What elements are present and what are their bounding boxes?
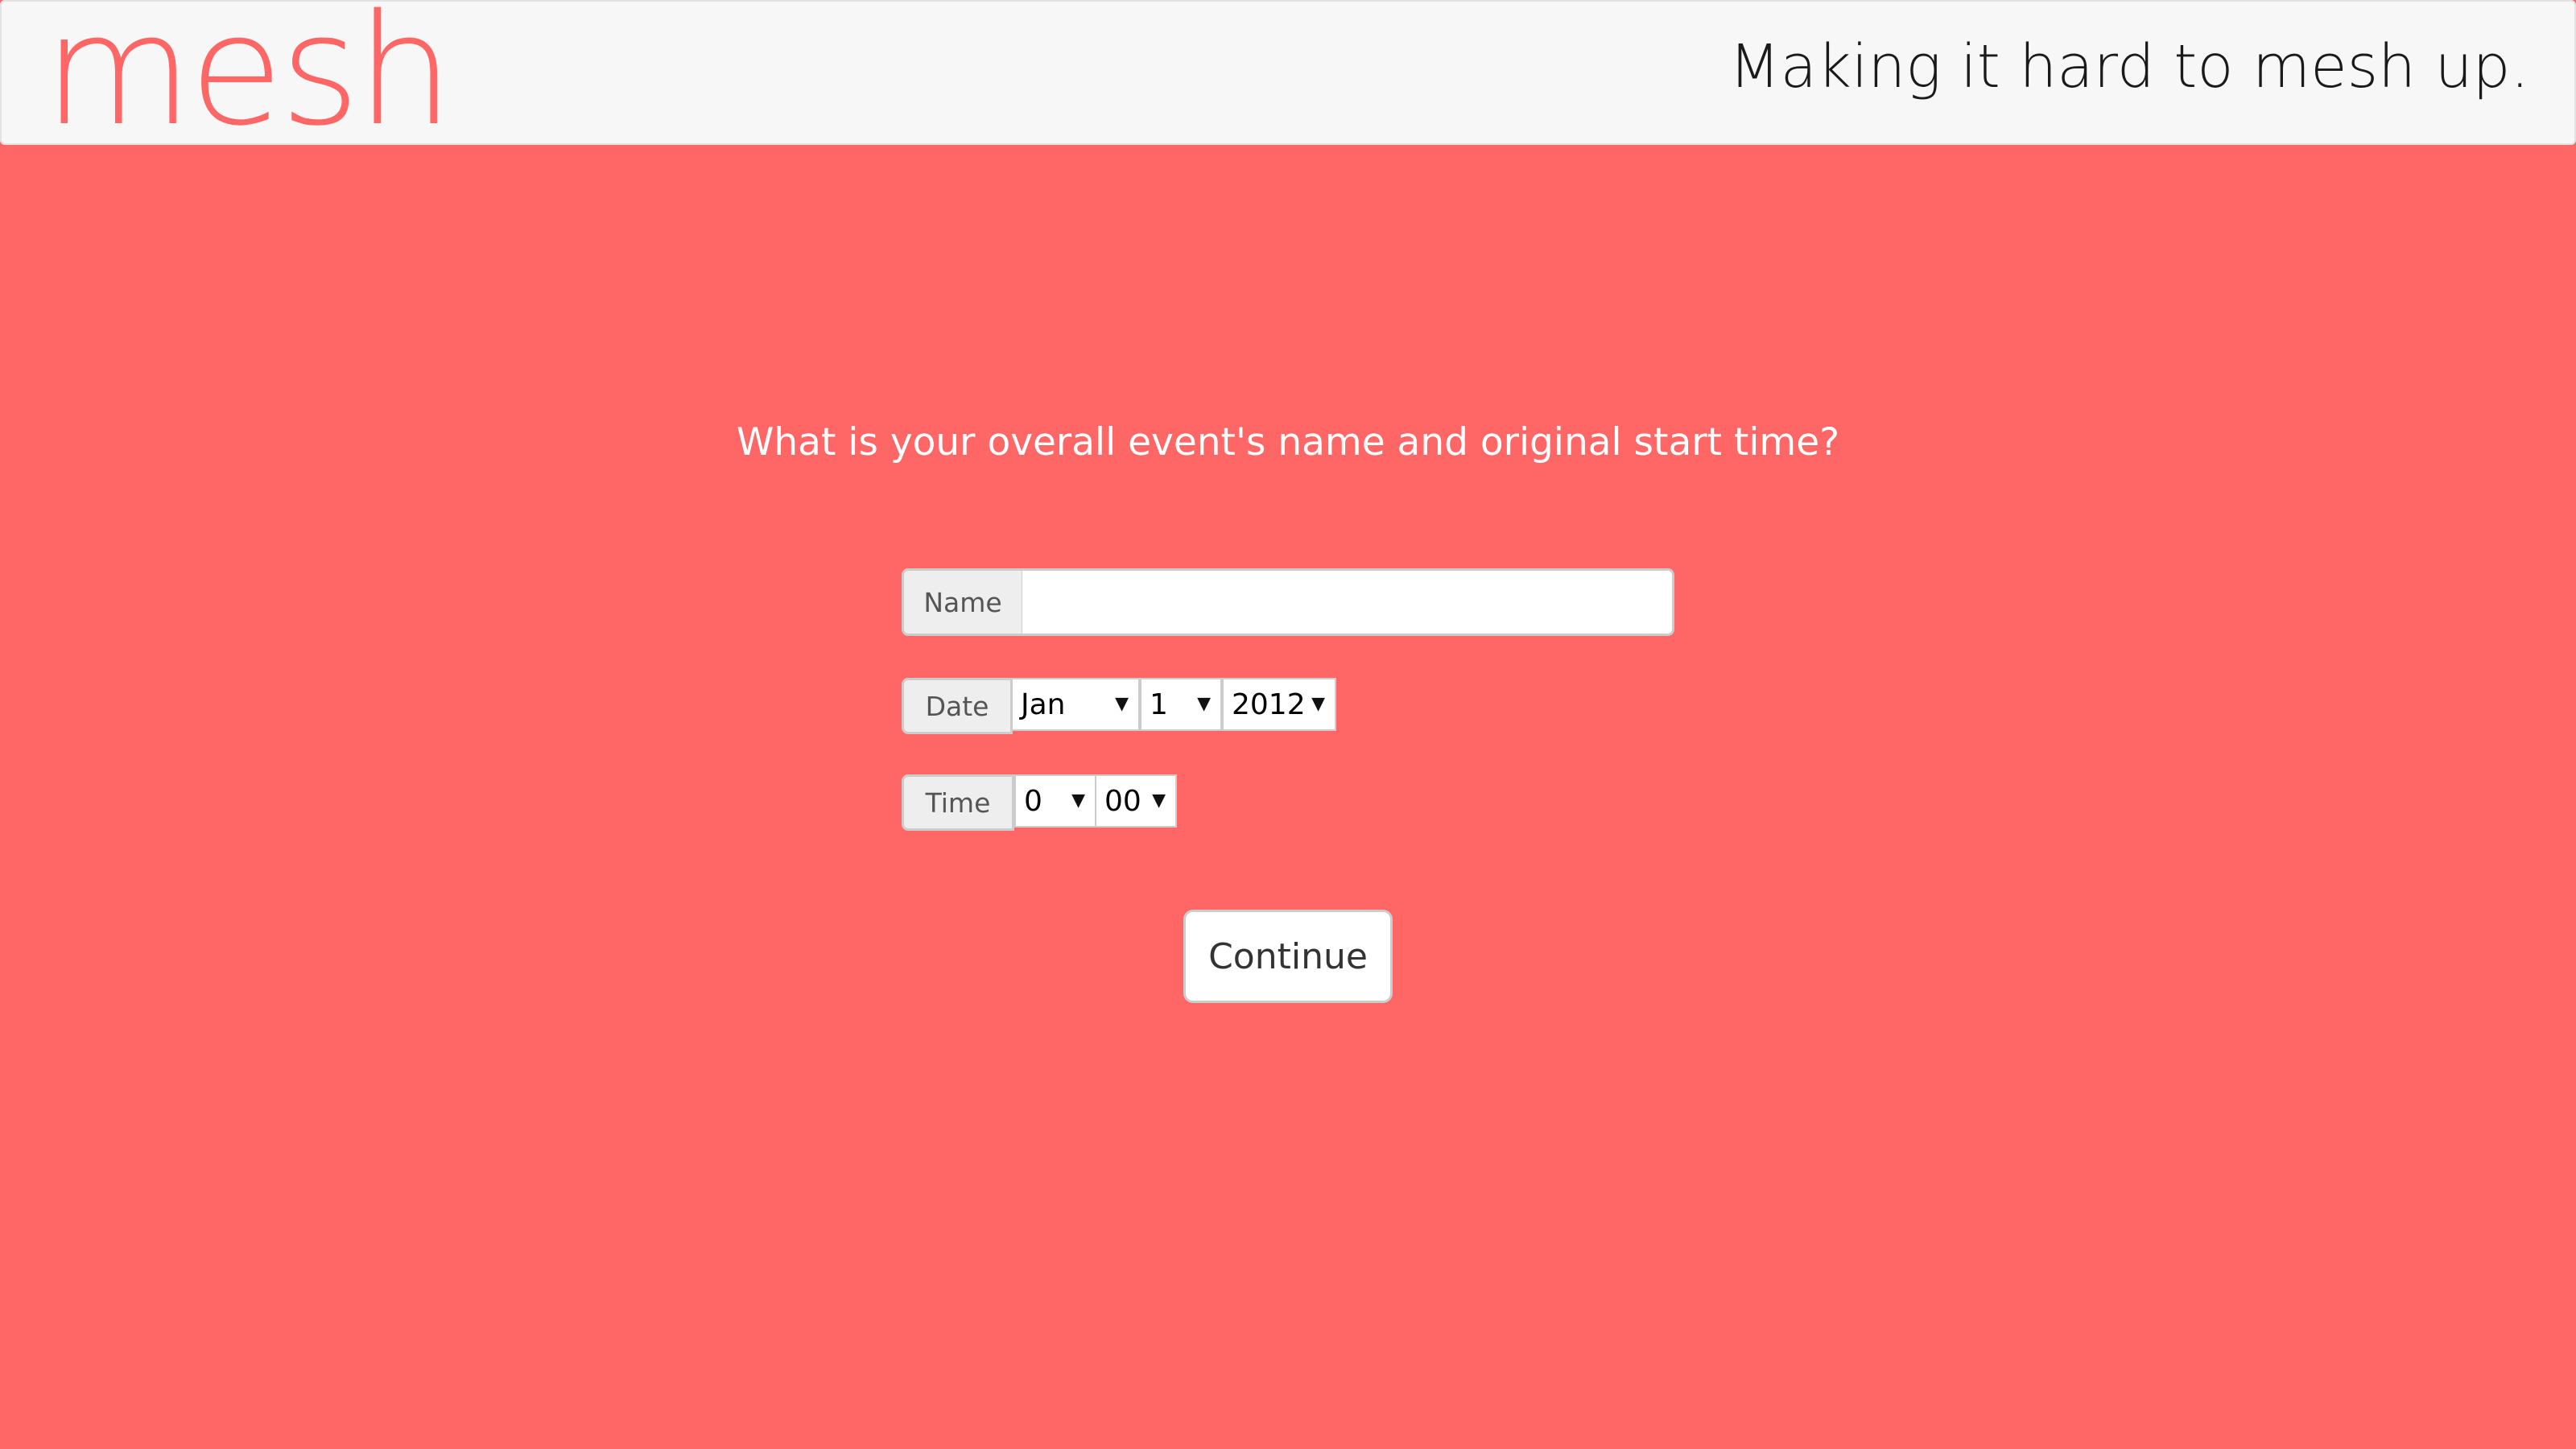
chevron-down-icon: ▼ (1115, 694, 1129, 714)
date-label-text: Date (925, 690, 989, 722)
name-label: Name (902, 568, 1024, 636)
time-label: Time (902, 774, 1014, 831)
month-select[interactable]: Jan ▼ (1011, 678, 1140, 731)
hour-select-value: 0 (1024, 784, 1042, 818)
chevron-down-icon: ▼ (1311, 694, 1325, 714)
day-select-value: 1 (1150, 687, 1168, 721)
continue-button[interactable]: Continue (1183, 910, 1393, 1003)
date-label: Date (902, 678, 1013, 734)
year-select-value: 2012 (1232, 687, 1306, 721)
month-select-value: Jan (1021, 687, 1066, 721)
chevron-down-icon: ▼ (1197, 694, 1211, 714)
year-select[interactable]: 2012 ▼ (1222, 678, 1336, 731)
navbar: mesh Making it hard to mesh up. (0, 0, 2576, 151)
tagline: Making it hard to mesh up. (1728, 32, 2529, 101)
chevron-down-icon: ▼ (1071, 791, 1085, 811)
name-label-text: Name (923, 586, 1002, 618)
hour-select[interactable]: 0 ▼ (1014, 774, 1096, 828)
day-select[interactable]: 1 ▼ (1140, 678, 1222, 731)
mesh-logo[interactable]: mesh (43, 0, 453, 151)
minute-select[interactable]: 00 ▼ (1095, 774, 1177, 828)
chevron-down-icon: ▼ (1152, 791, 1166, 811)
minute-select-value: 00 (1104, 784, 1141, 818)
time-label-text: Time (925, 786, 991, 819)
form-question: What is your overall event's name and or… (736, 420, 1840, 464)
event-name-input[interactable] (1022, 568, 1674, 636)
